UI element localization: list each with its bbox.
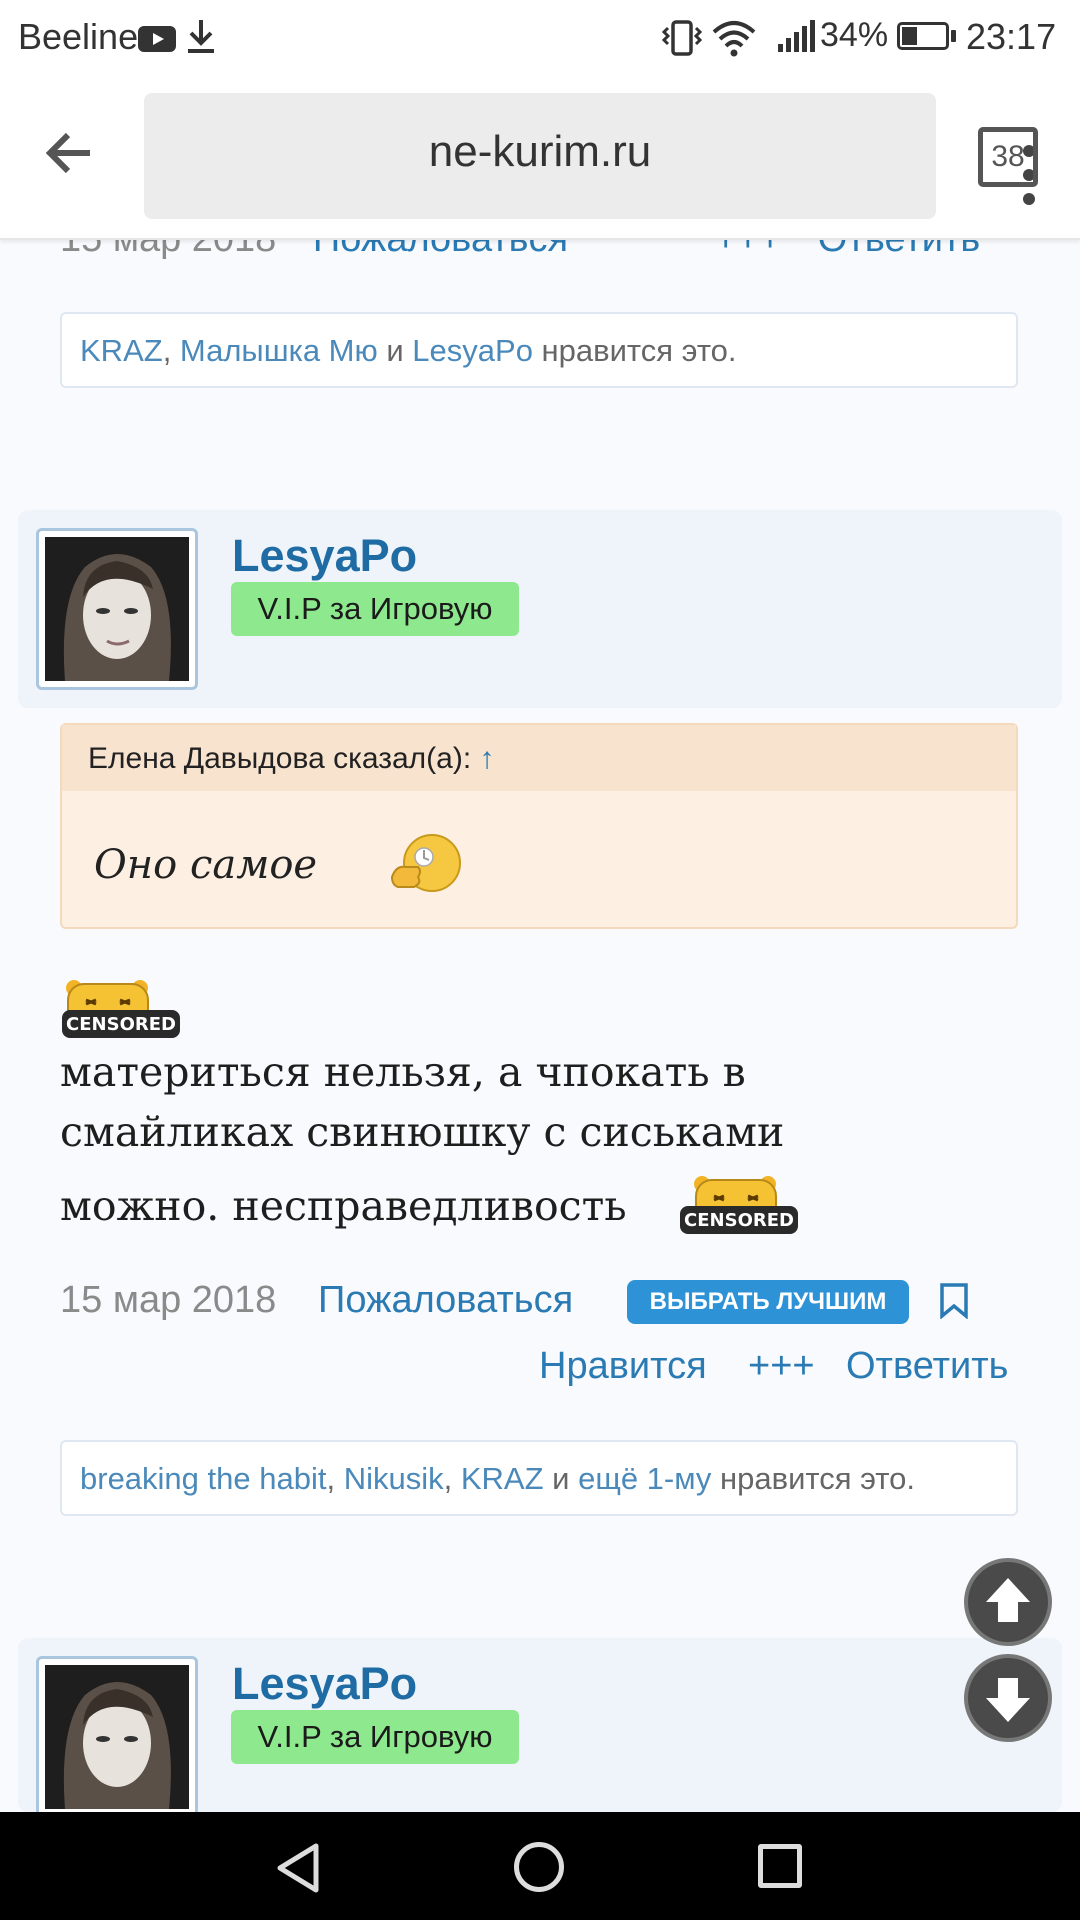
quote-author: Елена Давыдова сказал(а):: [88, 742, 480, 775]
like-user-link[interactable]: breaking the habit: [80, 1461, 326, 1496]
post-likes: breaking the habit, Nikusik, KRAZ и ещё …: [60, 1440, 1018, 1516]
youtube-icon: [138, 26, 176, 52]
like-user-link[interactable]: Nikusik: [344, 1461, 444, 1496]
wifi-icon: [712, 21, 756, 57]
vibrate-icon: [661, 20, 703, 56]
address-bar[interactable]: ne-kurim.ru: [144, 93, 1035, 219]
quote-block: Елена Давыдова сказал(а): ↑ Оно самое: [60, 723, 1018, 929]
user-title-badge: V.I.P за Игровую: [231, 582, 519, 636]
scroll-up-button[interactable]: [964, 1558, 1052, 1646]
like-link[interactable]: Нравится: [539, 1345, 707, 1388]
more-likes-link[interactable]: ещё 1-му: [578, 1461, 711, 1496]
choose-best-button[interactable]: ВЫБРАТЬ ЛУЧШИМ: [627, 1280, 909, 1324]
plus-link[interactable]: +++: [748, 1345, 815, 1388]
arrow-down-icon: [986, 1678, 1030, 1722]
bookmark-icon[interactable]: [938, 1283, 970, 1319]
scroll-down-button[interactable]: [964, 1654, 1052, 1742]
back-arrow-icon[interactable]: [40, 123, 100, 183]
browser-toolbar: ne-kurim.ru 38: [0, 75, 1080, 240]
post-author-panel: LesyaPo V.I.P за Игровую: [18, 510, 1062, 708]
avatar[interactable]: [36, 528, 198, 690]
post-body-line: можно. несправедливость: [60, 1182, 627, 1230]
censored-smiley-icon: CENSORED: [62, 980, 180, 1038]
author-name[interactable]: LesyaPo: [232, 1658, 417, 1710]
like-user-link[interactable]: Малышка Мю: [180, 333, 378, 368]
clock: 23:17: [966, 16, 1057, 57]
report-link[interactable]: Пожаловаться: [318, 1279, 573, 1322]
svg-text:CENSORED: CENSORED: [66, 1014, 176, 1035]
avatar[interactable]: [36, 1656, 198, 1818]
system-nav-bar: [0, 1812, 1080, 1920]
download-icon: [188, 20, 214, 53]
nav-recent-apps-icon[interactable]: [758, 1844, 802, 1888]
user-title-badge: V.I.P за Игровую: [231, 1710, 519, 1764]
post-date: 15 мар 2018: [60, 1279, 277, 1321]
tab-switcher-button[interactable]: 38: [978, 127, 1038, 187]
quote-header: Елена Давыдова сказал(а): ↑: [62, 725, 1016, 791]
like-user-link[interactable]: LesyaPo: [412, 333, 533, 368]
censored-smiley-icon: CENSORED: [680, 1176, 798, 1234]
arrow-up-icon: [986, 1578, 1030, 1622]
post-body-line: материться нельзя, а чпокать в: [60, 1048, 746, 1096]
prev-post-likes: KRAZ, Малышка Мю и LesyaPo нравится это.: [60, 312, 1018, 388]
battery-percent: 34%: [820, 16, 889, 54]
author-name[interactable]: LesyaPo: [232, 530, 417, 582]
quote-text: Оно самое: [94, 842, 318, 888]
battery-icon: [897, 22, 949, 50]
signal-icon: [778, 20, 815, 52]
carrier-name: Beeline: [18, 16, 139, 57]
like-user-link[interactable]: KRAZ: [80, 333, 163, 368]
status-bar: Beeline 34% 23:17: [0, 0, 1080, 75]
post-body-line: смайликах свинюшку с сиськами: [60, 1108, 785, 1156]
nav-home-icon[interactable]: [514, 1842, 564, 1892]
svg-text:CENSORED: CENSORED: [684, 1210, 794, 1231]
url-text: ne-kurim.ru: [428, 127, 652, 176]
like-user-link[interactable]: KRAZ: [461, 1461, 544, 1496]
jump-to-quote-link[interactable]: ↑: [480, 742, 495, 775]
reply-link[interactable]: Ответить: [846, 1345, 1008, 1388]
next-post-author-panel: LesyaPo V.I.P за Игровую: [18, 1638, 1062, 1818]
nav-back-icon[interactable]: [274, 1842, 322, 1894]
thumbs-up-smiley-icon: [390, 834, 461, 892]
